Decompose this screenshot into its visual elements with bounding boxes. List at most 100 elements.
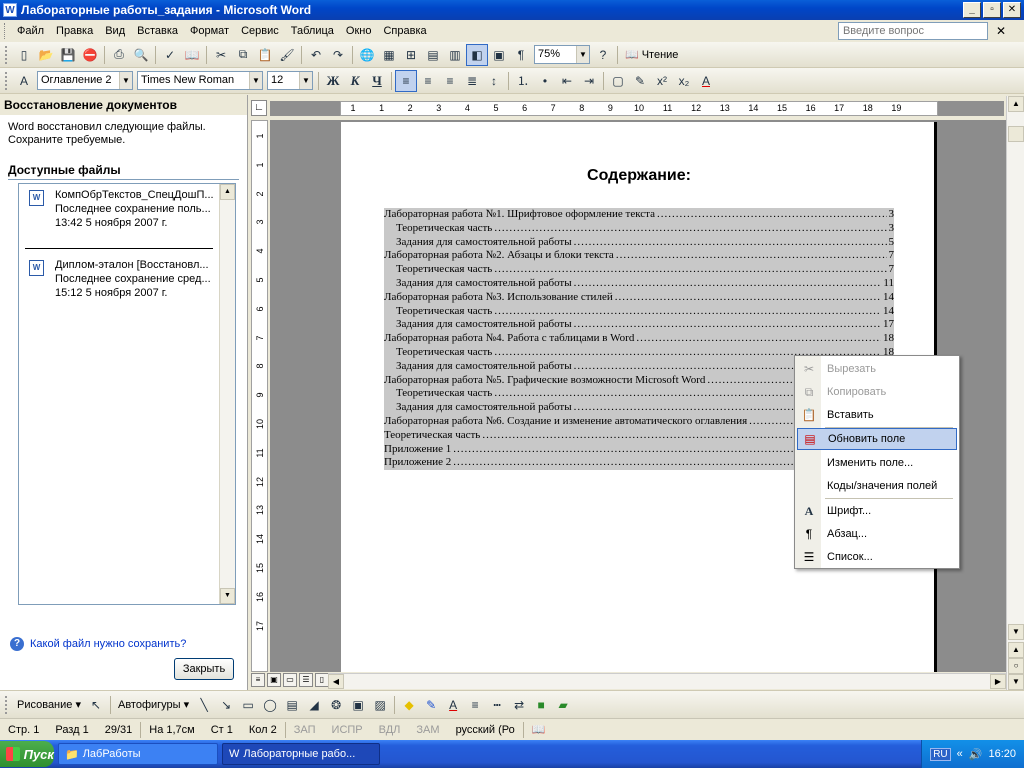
toolbar-grip[interactable] [5,71,8,90]
justify-icon[interactable]: ≣ [461,70,483,92]
word-app-icon[interactable]: W [3,3,17,17]
menu-window[interactable]: Окно [340,20,378,42]
underline-button[interactable]: Ч [366,70,388,92]
volume-icon[interactable]: 🔊 [969,748,983,761]
font-size-select[interactable]: 12 ▼ [267,71,313,90]
paste-icon[interactable]: 📋 [254,44,276,66]
subscript-icon[interactable]: x₂ [673,70,695,92]
scroll-left-icon[interactable]: ◀ [328,674,344,689]
print-icon[interactable]: ⎙ [108,44,130,66]
rectangle-icon[interactable]: ▭ [237,694,259,716]
line-icon[interactable]: ╲ [193,694,215,716]
dash-style-icon[interactable]: ┅ [486,694,508,716]
research-icon[interactable]: 📖 [181,44,203,66]
font-select[interactable]: Times New Roman ▼ [137,71,263,90]
oval-icon[interactable]: ◯ [259,694,281,716]
menu-item-edit-field[interactable]: Изменить поле... [797,452,957,474]
insert-table-icon[interactable]: ⊞ [400,44,422,66]
line-style-icon[interactable]: ≡ [464,694,486,716]
font-color-icon[interactable]: A [695,70,717,92]
scroll-down-icon[interactable]: ▼ [1008,624,1024,640]
fill-color-icon[interactable]: ◆ [398,694,420,716]
shadow-icon[interactable]: ■ [530,694,552,716]
arrow-icon[interactable]: ↘ [215,694,237,716]
autoshapes-button[interactable]: Автофигуры ▾ [114,698,193,711]
maximize-button[interactable]: ▫ [983,2,1001,18]
align-center-icon[interactable]: ≡ [417,70,439,92]
drawing-icon[interactable]: ◧ [466,43,488,66]
language-indicator[interactable]: RU [930,747,951,761]
menu-grip[interactable] [4,23,7,39]
normal-view-icon[interactable]: ≡ [251,673,265,687]
status-extend[interactable]: ВДЛ [371,724,409,736]
new-document-icon[interactable]: ▯ [13,44,35,66]
font-color-icon[interactable]: A [442,694,464,716]
columns-icon[interactable]: ▥ [444,44,466,66]
chevron-down-icon[interactable]: ▼ [299,72,312,89]
vertical-ruler[interactable]: 1 1 2 3 4 5 6 7 8 9 10 11 12 13 14 15 16 17 [251,120,268,672]
menu-table[interactable]: Таблица [285,20,340,42]
document-close-icon[interactable]: ✕ [996,24,1006,38]
tab-stop-selector[interactable]: ∟ [251,100,267,116]
copy-icon[interactable]: ⧉ [232,44,254,66]
open-folder-icon[interactable]: 📂 [35,44,57,66]
status-track-changes[interactable]: ИСПР [324,724,371,736]
show-hide-icon[interactable]: ¶ [510,44,532,66]
menu-item-paragraph[interactable]: ¶ Абзац... [797,523,957,545]
previous-page-icon[interactable]: ▲ [1008,642,1024,658]
scroll-thumb[interactable] [1008,126,1024,142]
list-item[interactable]: W КомпОбрТекстов_СпецДошП... Последнее с… [27,188,217,230]
toc-entry[interactable]: Лабораторная работа №4. Работа с таблица… [384,332,894,346]
scroll-up-icon[interactable]: ▲ [1008,96,1024,112]
line-spacing-icon[interactable]: ↕ [483,70,505,92]
outline-view-icon[interactable]: ☰ [299,673,313,687]
toc-entry[interactable]: Лабораторная работа №2. Абзацы и блоки т… [384,249,894,263]
align-right-icon[interactable]: ≡ [439,70,461,92]
menu-item-toggle-field-codes[interactable]: Коды/значения полей [797,475,957,497]
spelling-icon[interactable]: ✓ [159,44,181,66]
tray-expand-icon[interactable]: « [957,748,963,760]
close-button[interactable]: ✕ [1003,2,1021,18]
3d-icon[interactable]: ▰ [552,694,574,716]
menu-file[interactable]: Файл [11,20,50,42]
file-list-scrollbar[interactable]: ▲ ▼ [219,184,235,604]
permission-icon[interactable]: ⛔ [79,44,101,66]
reading-layout-icon[interactable]: ▯ [315,673,329,687]
wordart-icon[interactable]: ◢ [303,694,325,716]
increase-indent-icon[interactable]: ⇥ [578,70,600,92]
help-icon[interactable]: ? [592,44,614,66]
tables-borders-icon[interactable]: ▦ [378,44,400,66]
toc-entry[interactable]: Теоретическая часть 14 [384,305,894,319]
bullets-icon[interactable]: • [534,70,556,92]
help-link[interactable]: ? Какой файл нужно сохранить? [10,637,186,651]
toc-entry[interactable]: Лабораторная работа №1. Шрифтовое оформл… [384,208,894,222]
undo-icon[interactable]: ↶ [305,44,327,66]
status-language[interactable]: русский (Ро [448,724,523,736]
select-objects-icon[interactable]: ↖ [85,694,107,716]
web-layout-icon[interactable]: ▣ [267,673,281,687]
vertical-scrollbar[interactable]: ▲ ▼ ▲ ○ ▼ [1006,96,1024,690]
print-layout-icon[interactable]: ▭ [283,673,297,687]
align-left-icon[interactable]: ≡ [395,69,417,92]
hyperlink-icon[interactable]: 🌐 [356,44,378,66]
toc-entry[interactable]: Теоретическая часть 7 [384,263,894,277]
menu-item-font[interactable]: A Шрифт... [797,500,957,522]
clipart-icon[interactable]: ▣ [347,694,369,716]
toc-entry[interactable]: Задания для самостоятельной работы 5 [384,236,894,250]
menu-view[interactable]: Вид [99,20,131,42]
minimize-button[interactable]: _ [963,2,981,18]
zoom-select[interactable]: 75% ▼ [534,45,590,64]
toc-entry[interactable]: Теоретическая часть 3 [384,222,894,236]
styles-icon[interactable]: A [13,70,35,92]
horizontal-ruler[interactable]: 1 1 2 3 4 5 6 7 8 9 10 11 12 13 14 15 16 17 18 19 [340,101,938,116]
toolbar-grip[interactable] [5,45,8,64]
start-button[interactable]: Пуск [0,741,54,767]
borders-icon[interactable]: ▢ [607,70,629,92]
toc-entry[interactable]: Задания для самостоятельной работы 11 [384,277,894,291]
close-pane-button[interactable]: Закрыть [174,658,234,680]
chevron-down-icon[interactable]: ▼ [576,46,589,63]
picture-icon[interactable]: ▨ [369,694,391,716]
insert-excel-icon[interactable]: ▤ [422,44,444,66]
bold-button[interactable]: Ж [322,70,344,92]
menu-help[interactable]: Справка [377,20,432,42]
